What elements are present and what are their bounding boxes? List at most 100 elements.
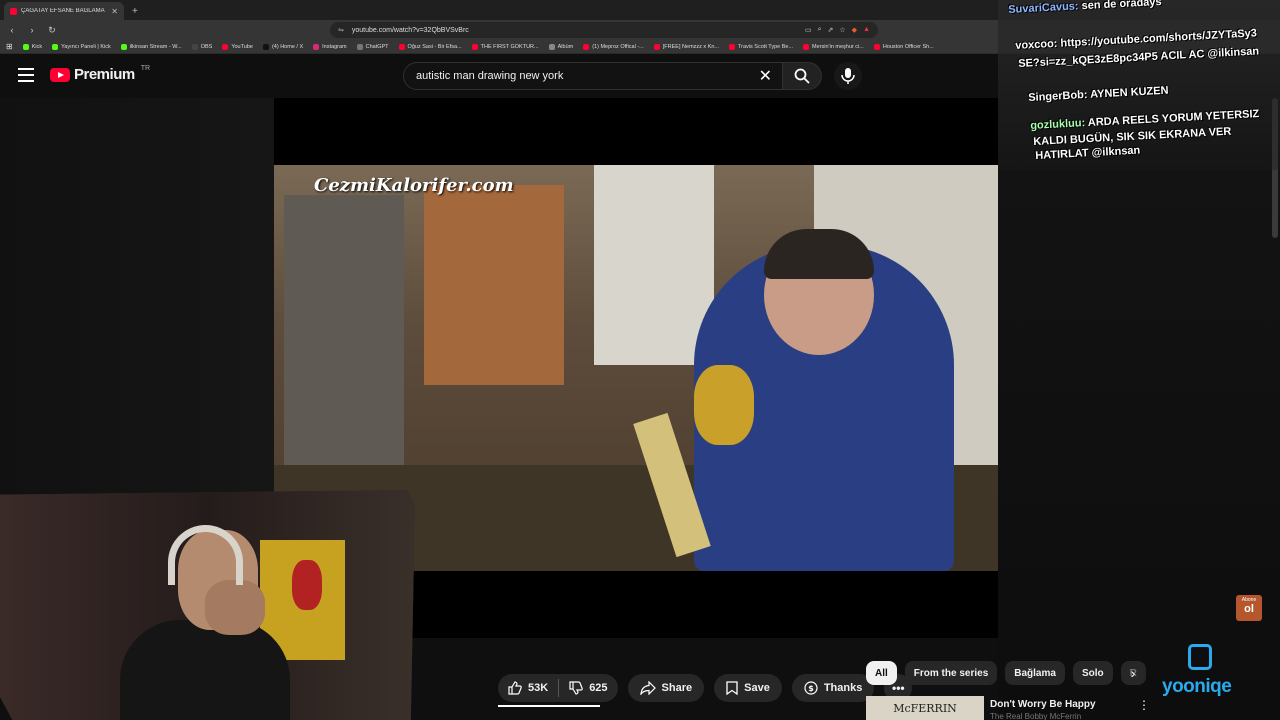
video-title[interactable]: Don't Worry Be Happy xyxy=(990,699,1096,710)
filter-chip[interactable]: Solo xyxy=(1072,661,1113,685)
share-button[interactable]: Share xyxy=(627,674,705,702)
bookmark-item[interactable]: Kick xyxy=(22,43,42,50)
chat-username: SuvariCavus: xyxy=(1008,0,1079,16)
bookmark-label: Mersin'in meşhur ci... xyxy=(812,43,864,50)
bookmark-item[interactable]: Houston Officer Sh... xyxy=(873,43,934,50)
thanks-button[interactable]: $ Thanks xyxy=(791,674,875,702)
bookmark-favicon-icon xyxy=(873,43,880,50)
svg-text:$: $ xyxy=(808,684,814,693)
poster-figure xyxy=(292,560,322,610)
reload-icon[interactable]: ↻ xyxy=(46,25,58,36)
bookmark-label: Yayıncı Paneli | Kick xyxy=(61,43,111,50)
bookmark-favicon-icon xyxy=(471,43,478,50)
tool-board xyxy=(424,185,564,385)
bookmark-icon xyxy=(726,681,738,695)
video-watermark: CezmiKalorifer.com xyxy=(314,175,514,196)
filter-chip[interactable]: From the series xyxy=(904,661,998,685)
browser-tab[interactable]: ÇAĞATAY EFSANE BAĞLAMA ✕ xyxy=(4,2,124,20)
forward-icon[interactable]: › xyxy=(26,25,38,35)
share-icon xyxy=(639,681,656,695)
bookmark-item[interactable]: Oğuz Sasi - Bir Efsa... xyxy=(398,43,462,50)
voice-search-button[interactable] xyxy=(834,62,862,90)
streamer-hand xyxy=(205,580,265,635)
bookmark-item[interactable]: Instagram xyxy=(313,43,347,50)
bookmark-item[interactable]: OBS xyxy=(191,43,213,50)
region-code: TR xyxy=(140,65,151,72)
bookmark-favicon-icon xyxy=(653,43,660,50)
youtube-header: Premium TR autistic man drawing new york… xyxy=(0,54,1000,98)
thumbs-up-icon xyxy=(508,681,522,695)
bookmark-label: Houston Officer Sh... xyxy=(882,43,934,50)
bookmark-item[interactable]: (1) Meproz Offical -... xyxy=(583,43,644,50)
bookmark-label: Travis Scott Type Be... xyxy=(738,43,794,50)
youtube-play-icon xyxy=(50,67,70,82)
shelf xyxy=(594,165,714,365)
bookmark-favicon-icon xyxy=(803,43,810,50)
right-overlay-area xyxy=(998,170,1280,720)
site-info-icon[interactable]: ⇋ xyxy=(338,26,344,34)
shield-icon[interactable]: ◆ xyxy=(852,26,857,34)
like-dislike-group: 53K 625 xyxy=(498,674,618,702)
bookmark-label: (4) Home / X xyxy=(271,43,304,50)
youtube-favicon-icon xyxy=(10,7,17,15)
bookmark-favicon-icon xyxy=(398,43,405,50)
bookmark-star-icon[interactable]: ☆ xyxy=(839,26,845,34)
clear-search-icon[interactable]: ✕ xyxy=(759,66,772,86)
zoom-icon[interactable]: ⌕ xyxy=(818,26,822,34)
screenshot-icon[interactable]: ▭ xyxy=(805,26,812,34)
thumbs-down-icon xyxy=(569,681,583,695)
bookmark-item[interactable]: ChatGPT xyxy=(356,43,389,50)
brand-text: yooniqe xyxy=(1162,676,1232,697)
kebab-menu-icon[interactable]: ⋮ xyxy=(1138,698,1150,712)
share-page-icon[interactable]: ⇗ xyxy=(828,26,834,34)
instrument-body xyxy=(694,365,754,445)
bookmark-item[interactable]: [FREE] Nemzzz x Kn... xyxy=(653,43,719,50)
bookmark-label: OBS xyxy=(200,43,213,50)
video-thumbnail[interactable]: McFERRIN xyxy=(866,696,984,720)
filter-chip[interactable]: Bağlama xyxy=(1005,661,1065,685)
back-icon[interactable]: ‹ xyxy=(6,25,18,35)
bookmark-label: ilkinsan Stream - W... xyxy=(129,43,182,50)
bookmark-item[interactable]: ilkinsan Stream - W... xyxy=(120,43,182,50)
filter-chip[interactable]: All xyxy=(866,661,897,685)
brand-mark-icon xyxy=(1188,644,1212,670)
alert-icon[interactable]: ▲ xyxy=(863,26,870,34)
dislike-button[interactable]: 625 xyxy=(559,681,617,695)
thanks-label: Thanks xyxy=(823,682,863,694)
bookmark-item[interactable]: THE FIRST GOKTUR... xyxy=(471,43,539,50)
bookmark-item[interactable]: Yayıncı Paneli | Kick xyxy=(52,43,111,50)
bookmark-favicon-icon xyxy=(22,43,29,50)
streamer-body xyxy=(120,620,290,720)
share-label: Share xyxy=(661,682,693,694)
bookmark-label: THE FIRST GOKTUR... xyxy=(480,43,539,50)
apps-grid-icon[interactable]: ⊞ xyxy=(6,42,13,51)
like-button[interactable]: 53K xyxy=(498,681,558,695)
recommended-video[interactable]: McFERRIN Don't Worry Be Happy The Real B… xyxy=(866,696,1150,720)
bookmark-item[interactable]: (4) Home / X xyxy=(262,43,304,50)
tab-title: ÇAĞATAY EFSANE BAĞLAMA xyxy=(21,8,105,14)
tab-close-icon[interactable]: ✕ xyxy=(111,7,118,16)
bookmark-item[interactable]: YouTube xyxy=(222,43,253,50)
bookmark-favicon-icon xyxy=(356,43,363,50)
chat-username: voxcoo: xyxy=(1015,37,1058,52)
bookmark-label: ChatGPT xyxy=(365,43,389,50)
youtube-logo[interactable]: Premium TR xyxy=(50,65,151,83)
bookmark-item[interactable]: Mersin'in meşhur ci... xyxy=(803,43,864,50)
bookmark-favicon-icon xyxy=(52,43,59,50)
chat-username: SingerBob: xyxy=(1028,88,1088,104)
address-bar[interactable]: ⇋ youtube.com/watch?v=32QbBVSvBrc ▭ ⌕ ⇗ … xyxy=(330,22,878,38)
new-tab-icon[interactable]: + xyxy=(132,6,138,17)
url-text: youtube.com/watch?v=32QbBVSvBrc xyxy=(351,26,469,34)
save-button[interactable]: Save xyxy=(714,674,782,702)
bookmark-item[interactable]: Albüm xyxy=(548,43,573,50)
bookmark-item[interactable]: Travis Scott Type Be... xyxy=(729,43,794,50)
like-count: 53K xyxy=(528,682,549,694)
search-button[interactable] xyxy=(782,62,822,90)
action-underline xyxy=(498,705,600,707)
chevron-right-icon[interactable]: › xyxy=(1124,664,1142,682)
search-input[interactable]: autistic man drawing new york ✕ xyxy=(403,62,783,90)
hamburger-menu-icon[interactable] xyxy=(18,68,34,82)
chat-username: gozlukluu: xyxy=(1030,117,1086,132)
channel-name[interactable]: The Real Bobby McFerrin xyxy=(990,712,1081,720)
dislike-count: 625 xyxy=(589,682,608,694)
